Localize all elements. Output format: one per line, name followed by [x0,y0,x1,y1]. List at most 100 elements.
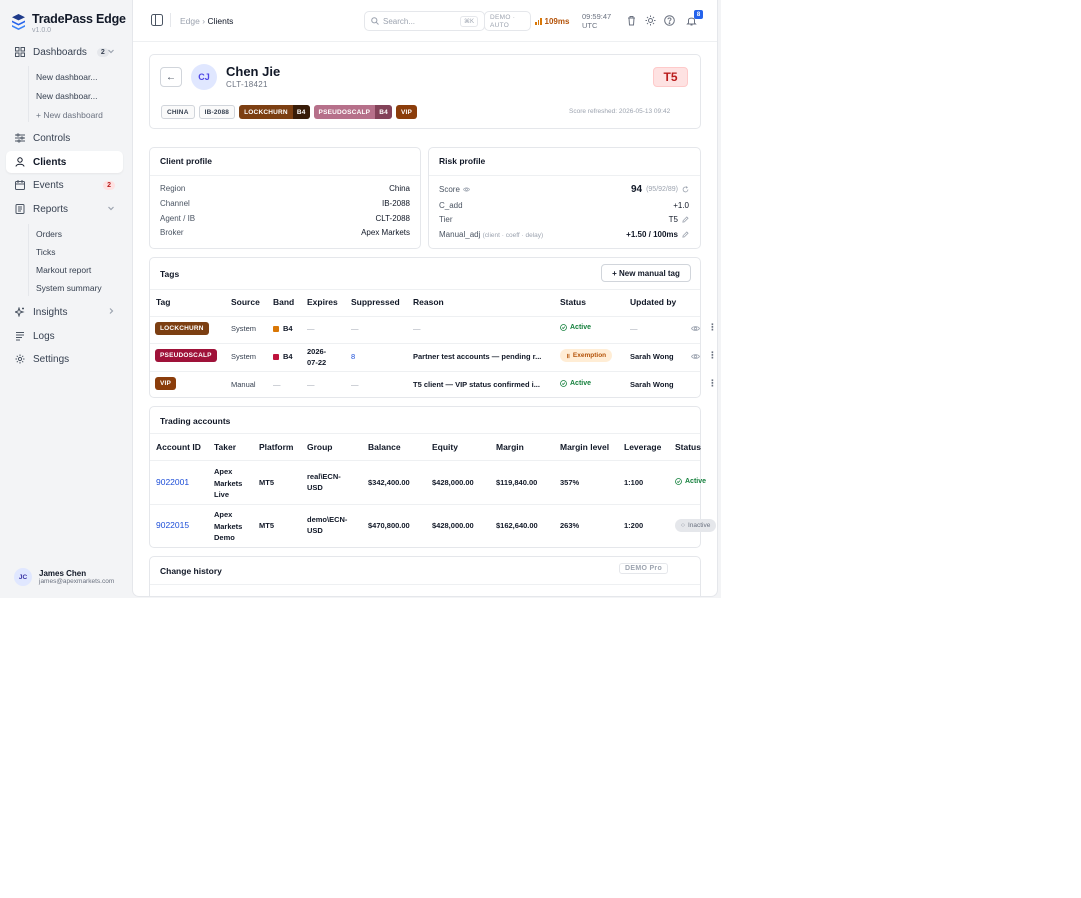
sidebar-subitem-dashboard-2[interactable]: New dashboar... [36,91,97,101]
sun-icon[interactable] [645,15,656,26]
column-header[interactable]: Margin level [560,442,609,452]
column-header[interactable]: Platform [259,442,293,452]
eye-icon[interactable] [462,186,470,193]
group-line: USD [307,483,323,492]
vip-chip[interactable]: VIP [395,105,418,119]
breadcrumb-current: Clients [207,16,234,26]
lockchurn-chip[interactable]: LOCKCHURN B4 [239,105,310,119]
divider [150,584,700,585]
column-header[interactable]: Leverage [624,442,661,452]
column-header[interactable]: Reason [413,297,444,307]
new-manual-tag-button[interactable]: + New manual tag [601,264,691,282]
breadcrumb-root[interactable]: Edge [180,16,200,26]
panel-toggle-icon[interactable] [151,14,163,26]
client-id: CLT-18421 [226,80,268,89]
sidebar-item-settings[interactable]: Settings [6,348,123,370]
column-header[interactable]: Balance [368,442,401,452]
divider [150,371,700,372]
sidebar-item-controls[interactable]: Controls [6,127,123,149]
profile-value-agent: CLT-2088 [375,214,410,223]
chevron-down-icon[interactable] [107,47,115,57]
status-label: Inactive [687,522,711,529]
sidebar-subitem-system-summary[interactable]: System summary [36,283,102,293]
eye-icon[interactable] [691,352,700,361]
group-line: real\ECN- [307,472,341,481]
pencil-icon[interactable] [682,216,689,223]
column-header[interactable]: Tag [156,297,170,307]
tag-suppressed-link[interactable]: 8 [351,352,355,361]
column-header[interactable]: Margin [496,442,524,452]
sidebar-subitem-ticks[interactable]: Ticks [36,247,56,257]
more-icon[interactable]: ⋮ [708,378,717,389]
logs-icon [14,330,26,342]
tag-pill-vip[interactable]: VIP [155,377,177,390]
sidebar-item-clients[interactable]: Clients [6,151,123,173]
back-button[interactable]: ← [160,67,182,87]
profile-label-broker: Broker [160,228,184,237]
column-header[interactable]: Status [675,442,701,452]
sidebar-item-insights[interactable]: Insights [6,301,123,323]
status-label: Exemption [572,352,607,359]
eye-icon[interactable] [691,324,700,333]
sidebar-item-dashboards[interactable]: Dashboards 2 [6,41,123,63]
tag-reason: Partner test accounts — pending r... [413,352,542,361]
brand[interactable]: TradePass Edge v1.0.0 [12,12,126,34]
column-header[interactable]: Updated by [630,297,676,307]
manual-adj-value-row: +1.50 / 100ms [626,230,689,239]
chevron-right-icon[interactable] [107,307,115,317]
tag-expires: — [307,324,315,333]
sidebar-item-events[interactable]: Events 2 [6,174,123,196]
latency-value: 109ms [544,17,570,26]
column-header[interactable]: Taker [214,442,236,452]
sidebar-item-logs[interactable]: Logs [6,325,123,347]
account-margin: $119,840.00 [496,478,538,487]
status-label: Active [570,324,592,331]
refresh-icon[interactable] [682,186,689,193]
trash-icon[interactable] [626,15,637,26]
pencil-icon[interactable] [682,231,689,238]
search-input[interactable]: Search... ⌘K [364,11,485,31]
column-header[interactable]: Status [560,297,586,307]
column-header[interactable]: Equity [432,442,458,452]
account-id-link[interactable]: 9022001 [156,477,189,487]
client-name: Chen Jie [226,64,281,79]
column-header[interactable]: Group [307,442,333,452]
column-header[interactable]: Account ID [156,442,201,452]
pseudoscalp-chip[interactable]: PSEUDOSCALP B4 [313,105,392,119]
taker-line: Apex [214,467,233,476]
user-email: james@apexmarkets.com [39,578,115,585]
risk-profile-title: Risk profile [439,156,486,166]
account-margin-level: 357% [560,478,580,487]
tag-pill-pseudoscalp[interactable]: PSEUDOSCALP [155,349,217,362]
account-id-link[interactable]: 9022015 [156,520,189,530]
tag-source: Manual [231,380,256,389]
sidebar-subitem-dashboard-1[interactable]: New dashboar... [36,72,97,82]
account-margin-level: 263% [560,521,580,530]
user-menu[interactable]: JC James Chen james@apexmarkets.com [14,568,114,586]
more-icon[interactable]: ⋮ [708,350,717,361]
mode-toggle[interactable]: DEMO · AUTO [484,11,531,31]
sliders-icon [14,132,26,144]
tag-expires: — [307,380,315,389]
account-leverage: 1:100 [624,478,644,487]
account-equity: $428,000.00 [432,521,474,530]
circle-icon: ○ [681,522,685,529]
help-icon[interactable] [664,15,675,26]
column-header[interactable]: Suppressed [351,297,400,307]
score-refreshed: Score refreshed: 2026-05-13 09:42 [569,108,671,115]
sidebar-subitem-markout-report[interactable]: Markout report [36,265,91,275]
chevron-down-icon[interactable] [107,204,115,214]
column-header[interactable]: Source [231,297,260,307]
sidebar-subitem-orders[interactable]: Orders [36,229,62,239]
new-dashboard-link[interactable]: + New dashboard [36,110,103,120]
band-swatch [273,354,279,360]
tag-pill-lockchurn[interactable]: LOCKCHURN [155,322,209,335]
column-header[interactable]: Expires [307,297,338,307]
search-icon [371,17,379,25]
check-circle-icon [560,380,567,387]
column-header[interactable]: Band [273,297,294,307]
more-icon[interactable]: ⋮ [708,322,717,333]
notification-badge: 8 [694,10,703,19]
cadd-label: C_add [439,201,463,210]
sidebar-item-reports[interactable]: Reports [6,198,123,220]
